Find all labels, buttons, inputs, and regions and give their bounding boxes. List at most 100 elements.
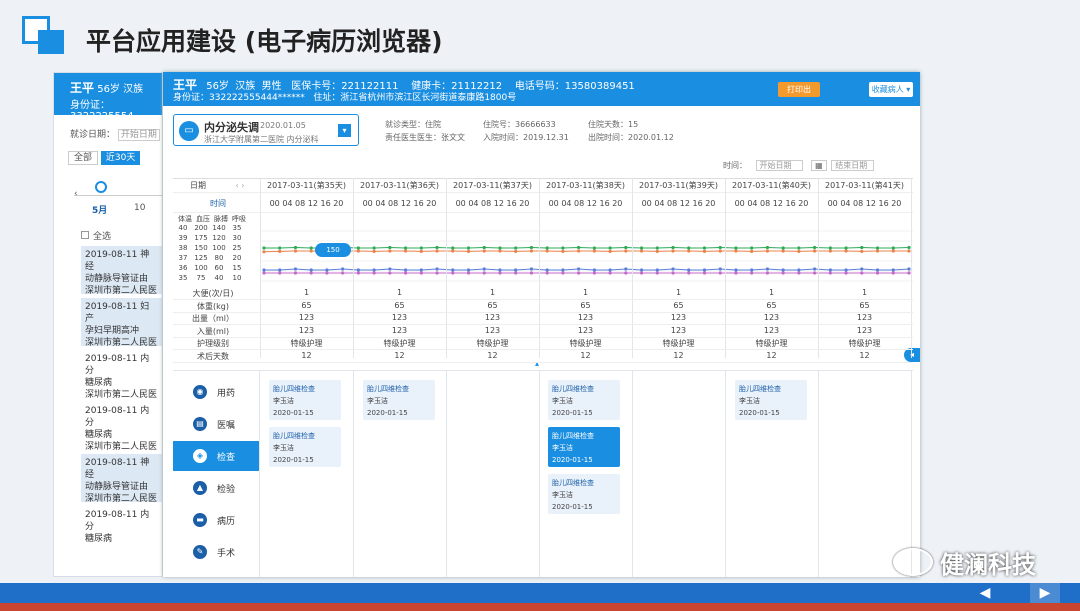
favorite-patient-button[interactable]: 收藏病人 ▾ <box>869 82 913 97</box>
prev-slide-icon[interactable]: ◀ <box>970 583 1000 603</box>
data-point-脉搏 <box>293 245 298 250</box>
visit-list-item[interactable]: 2019-08-11 内分 糖尿病 <box>81 506 162 554</box>
data-point-血压 <box>545 249 549 253</box>
next-slide-icon[interactable]: ▶ <box>1030 583 1060 603</box>
data-point-体温 <box>561 268 565 272</box>
menu-lab[interactable]: ▲ 检验 <box>173 473 259 503</box>
exam-card[interactable]: 胎儿四维检查 李玉洁 2020-01-15 <box>548 474 620 514</box>
start-date-input[interactable]: 开始日期 <box>117 129 160 141</box>
visit-list-item[interactable]: 2019-08-11 妇产孕妇早期高冲深圳市第二人民医院 <box>81 298 162 346</box>
menu-records[interactable]: ▬ 病历 <box>173 505 259 535</box>
filter-tabs: 全部 近30天 <box>54 150 162 165</box>
exam-date: 2020-01-15 <box>739 409 780 417</box>
data-point-呼吸 <box>592 271 596 275</box>
y-tick-label: 100 <box>194 264 208 272</box>
y-tick-label: 175 <box>194 234 208 242</box>
visit-title: 内分泌失调 <box>204 121 259 134</box>
data-point-血压 <box>529 249 534 253</box>
exam-doctor: 李玉洁 <box>552 397 573 405</box>
data-point-呼吸 <box>341 271 345 275</box>
filter-start-date[interactable]: 开始日期 <box>755 160 803 171</box>
menu-label: 检验 <box>217 485 236 495</box>
series-line-脉搏 <box>264 246 910 249</box>
filter-end-date[interactable]: 结束日期 <box>831 160 875 171</box>
exam-card[interactable]: 胎儿四维检查 李玉洁 2020-01-15 <box>269 427 341 467</box>
data-point-呼吸 <box>577 271 581 275</box>
row-value: 1 <box>768 288 775 297</box>
exam-card[interactable]: 胎儿四维检查 李玉洁 2020-01-15 <box>735 380 807 420</box>
select-all-checkbox[interactable] <box>81 231 89 239</box>
data-point-呼吸 <box>372 271 376 275</box>
data-point-体温 <box>844 268 848 272</box>
exam-card[interactable]: 胎儿四维检查 李玉洁 2020-01-15 <box>548 380 620 420</box>
exam-icon: ◈ <box>193 449 207 463</box>
date-nav-arrows[interactable]: ‹ › <box>225 179 255 193</box>
y-tick-label: 35 <box>178 274 188 282</box>
row-value: 123 <box>391 325 408 335</box>
menu-label: 检查 <box>217 453 236 463</box>
data-point-血压 <box>577 249 581 253</box>
data-point-体温 <box>608 268 612 272</box>
y-tick-label: 25 <box>232 244 242 252</box>
row-label: 大便(次/日) <box>192 289 234 298</box>
chevron-left-icon[interactable]: ‹ <box>74 189 78 199</box>
y-tick-label: 10 <box>232 274 242 282</box>
data-point-呼吸 <box>325 271 329 275</box>
presentation-bottom-bar <box>0 583 1080 603</box>
data-point-血压 <box>388 249 392 253</box>
data-point-脉搏 <box>356 246 360 250</box>
data-point-呼吸 <box>403 271 408 275</box>
collapse-icon[interactable]: ▴ <box>535 359 539 368</box>
timeline-marker-icon[interactable] <box>95 181 107 193</box>
data-point-血压 <box>466 249 471 253</box>
inpatient-number: 住院号：36666633 <box>483 120 556 129</box>
data-point-脉搏 <box>860 245 864 250</box>
data-point-体温 <box>624 267 628 271</box>
exam-card[interactable]: 胎儿四维检查 李玉洁 2020-01-15 <box>363 380 435 420</box>
emr-browser-window: 王平 56岁 汉族 男性 医保卡号：221122111 健康卡：21112212… <box>163 72 920 577</box>
calendar-icon[interactable]: ▦ <box>811 160 827 171</box>
time-ticks: 00 04 08 12 16 20 <box>548 199 623 208</box>
menu-exam[interactable]: ◈ 检查 <box>173 441 259 471</box>
data-point-体温 <box>451 268 455 272</box>
menu-surgery[interactable]: ✎ 手术 <box>173 537 259 567</box>
row-label: 出量（ml） <box>191 314 234 323</box>
data-point-血压 <box>561 249 565 253</box>
month-timeline: ‹ 5月 10 <box>54 163 162 221</box>
exam-card[interactable]: 胎儿四维检查 李玉洁 2020-01-15 <box>548 427 620 467</box>
exam-title: 胎儿四维检查 <box>739 385 781 393</box>
menu-medication[interactable]: ◉ 用药 <box>173 377 259 407</box>
data-point-脉搏 <box>545 246 549 250</box>
data-point-脉搏 <box>765 245 770 250</box>
visit-date-filter: 就诊日期： 开始日期 <box>54 127 162 141</box>
patient-list-window: 王平 56岁 汉族 身份证：3322225554 就诊日期： 开始日期 全部 近… <box>53 72 163 577</box>
print-button[interactable]: 打印出 <box>778 82 820 97</box>
data-point-脉搏 <box>750 246 754 250</box>
series-line-体温 <box>264 268 910 271</box>
visit-list-item[interactable]: 2019-08-11 神经动静脉导管证由深圳市第二人民医院 <box>81 454 162 502</box>
row-value: 123 <box>670 325 687 335</box>
visit-list-item[interactable]: 2019-08-11 神经动静脉导管证由深圳市第二人民医院 <box>81 246 162 294</box>
day-header: 2017-03-11(第40天) <box>732 181 811 190</box>
data-point-血压 <box>765 249 770 253</box>
visit-list-item[interactable]: 2019-08-11 内分糖尿病深圳市第二人民医院 <box>81 402 162 450</box>
data-point-呼吸 <box>498 271 502 275</box>
back-patient-name: 王平 <box>70 81 95 95</box>
exam-card[interactable]: 胎儿四维检查 李玉洁 2020-01-15 <box>269 380 341 420</box>
visit-list-item[interactable]: 2019-08-11 内分糖尿病深圳市第二人民医院 <box>81 350 162 398</box>
data-point-呼吸 <box>466 271 471 275</box>
exam-title: 胎儿四维检查 <box>552 479 594 487</box>
visit-selector[interactable]: ▭ 内分泌失调 2020.01.05 浙江大学附属第二医院 内分泌科 ▾ <box>173 114 359 146</box>
chevron-down-icon[interactable]: ▾ <box>338 124 351 137</box>
data-point-血压 <box>750 249 754 253</box>
presentation-accent-bar <box>0 603 1080 611</box>
menu-orders[interactable]: ▤ 医嘱 <box>173 409 259 439</box>
slide-title: 平台应用建设 (电子病历浏览器) <box>86 27 443 56</box>
data-point-体温 <box>278 268 282 272</box>
data-point-呼吸 <box>435 271 439 275</box>
record-category-menu: ◉ 用药 ▤ 医嘱 ◈ 检查 ▲ 检验 ▬ 病历 ✎ 手术 <box>173 377 259 577</box>
y-tick-label: 20 <box>232 254 242 262</box>
data-point-脉搏 <box>639 246 644 250</box>
time-ticks: 00 04 08 12 16 20 <box>269 199 344 208</box>
data-point-脉搏 <box>466 246 471 250</box>
